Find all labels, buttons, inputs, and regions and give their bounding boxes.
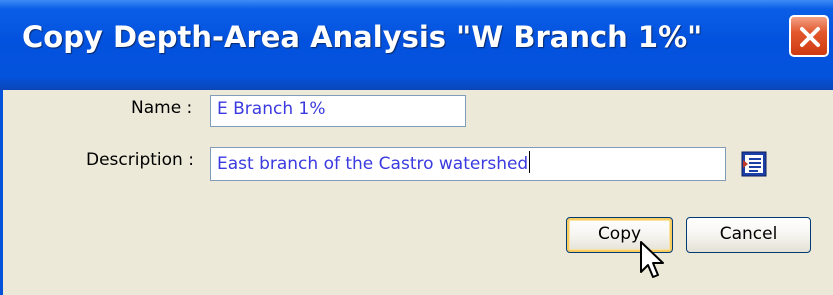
text-editor-icon	[741, 151, 767, 177]
mouse-pointer-icon	[640, 241, 664, 278]
description-label: Description :	[86, 150, 194, 170]
dialog-body: Name : E Branch 1% Description : East br…	[0, 90, 833, 295]
description-editor-button[interactable]	[741, 151, 767, 177]
text-caret	[529, 151, 531, 173]
title-bar: Copy Depth-Area Analysis "W Branch 1%"	[0, 0, 833, 91]
description-field[interactable]: East branch of the Castro watershed	[210, 147, 726, 181]
cancel-button[interactable]: Cancel	[686, 217, 811, 253]
dialog-title: Copy Depth-Area Analysis "W Branch 1%"	[22, 20, 703, 54]
close-button[interactable]	[789, 15, 829, 57]
close-icon	[800, 27, 820, 47]
name-label: Name :	[131, 98, 193, 118]
name-field-value: E Branch 1%	[217, 99, 326, 119]
name-field[interactable]: E Branch 1%	[210, 95, 466, 127]
description-field-value: East branch of the Castro watershed	[217, 154, 529, 174]
